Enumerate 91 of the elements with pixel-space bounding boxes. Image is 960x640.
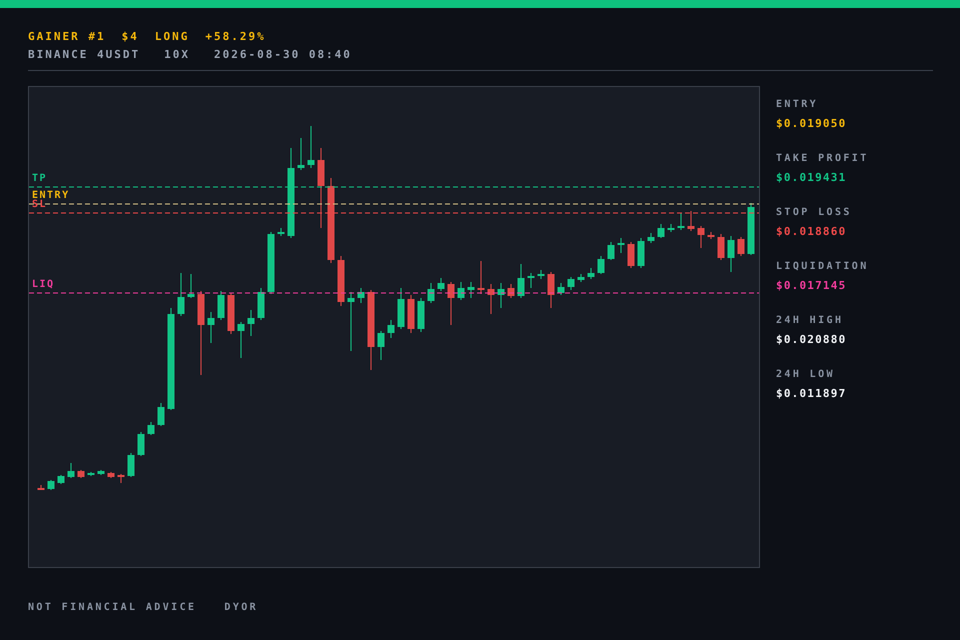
signal-title: $4 xyxy=(122,30,139,43)
candle xyxy=(228,292,234,334)
candle xyxy=(698,226,704,248)
candle xyxy=(338,256,344,306)
stat-label: 24H LOW xyxy=(776,369,836,380)
candle xyxy=(218,290,224,320)
candle xyxy=(208,312,214,344)
level-label: SL xyxy=(32,200,48,210)
level-label: ENTRY xyxy=(32,191,70,201)
candle xyxy=(448,282,454,326)
candle xyxy=(538,270,544,280)
candle xyxy=(488,284,494,314)
stat-value: $0.018860 xyxy=(776,225,848,238)
candle xyxy=(628,242,634,268)
candle xyxy=(258,288,264,320)
candle xyxy=(718,234,724,260)
stat-value: $0.019431 xyxy=(776,171,848,184)
candle xyxy=(728,236,734,272)
candle xyxy=(88,472,94,476)
stat-value: $0.019050 xyxy=(776,117,848,130)
candle xyxy=(568,276,574,290)
signal-meta: 2026-08-30 08:40 xyxy=(214,48,352,61)
stat-label: LIQUIDATION xyxy=(776,261,869,272)
candle xyxy=(678,212,684,230)
candle xyxy=(548,272,554,308)
candle xyxy=(308,126,314,168)
candle xyxy=(68,462,74,478)
candle xyxy=(608,242,614,260)
candle xyxy=(498,282,504,308)
candle xyxy=(188,274,194,298)
candle xyxy=(618,238,624,254)
candle xyxy=(738,236,744,256)
level-label: LIQ xyxy=(32,280,55,290)
candle xyxy=(278,228,284,236)
candle xyxy=(48,480,54,490)
candle xyxy=(408,294,414,334)
stat-value: $0.020880 xyxy=(776,333,848,346)
candle xyxy=(558,282,564,296)
candle xyxy=(298,138,304,170)
candle xyxy=(458,282,464,300)
candle xyxy=(438,278,444,292)
stat-value: $0.017145 xyxy=(776,279,848,292)
candle xyxy=(598,256,604,274)
candle xyxy=(178,272,184,316)
candle xyxy=(148,422,154,436)
candle xyxy=(578,274,584,282)
candle xyxy=(58,474,64,484)
stat-label: 24H HIGH xyxy=(776,315,844,326)
stat-label: ENTRY xyxy=(776,99,820,110)
candle xyxy=(78,470,84,478)
signal-title: LONG xyxy=(154,30,190,43)
candle xyxy=(688,210,694,232)
candle xyxy=(648,232,654,244)
candle xyxy=(428,282,434,304)
candle xyxy=(158,402,164,426)
disclaimer-text: NOT FINANCIAL ADVICE xyxy=(28,602,196,613)
stat-value: $0.011897 xyxy=(776,387,848,400)
candle xyxy=(588,268,594,280)
candle xyxy=(38,484,44,490)
candle xyxy=(748,202,754,256)
candle xyxy=(478,260,484,294)
candle xyxy=(658,224,664,238)
candle xyxy=(248,310,254,336)
candle xyxy=(638,238,644,268)
candle xyxy=(268,232,274,294)
candle xyxy=(518,264,524,298)
candle xyxy=(358,288,364,304)
candle xyxy=(378,330,384,360)
signal-meta: BINANCE 4USDT xyxy=(28,48,140,61)
candle xyxy=(468,282,474,298)
disclaimer-text: DYOR xyxy=(224,602,258,613)
candle xyxy=(508,284,514,298)
signal-meta: 10X xyxy=(164,48,190,61)
signal-title: GAINER #1 xyxy=(28,30,106,43)
candle xyxy=(398,288,404,330)
candle xyxy=(238,322,244,358)
candle xyxy=(708,232,714,240)
level-label: TP xyxy=(32,174,48,184)
stat-label: TAKE PROFIT xyxy=(776,153,869,164)
candle xyxy=(528,272,534,288)
stat-label: STOP LOSS xyxy=(776,207,853,218)
candle xyxy=(418,298,424,332)
candle xyxy=(118,474,124,484)
candle xyxy=(348,292,354,352)
signal-title: +58.29% xyxy=(205,30,266,43)
candle xyxy=(668,224,674,232)
candle xyxy=(128,452,134,478)
candle xyxy=(98,470,104,476)
candle xyxy=(108,472,114,478)
candle xyxy=(388,320,394,338)
candle xyxy=(138,432,144,456)
